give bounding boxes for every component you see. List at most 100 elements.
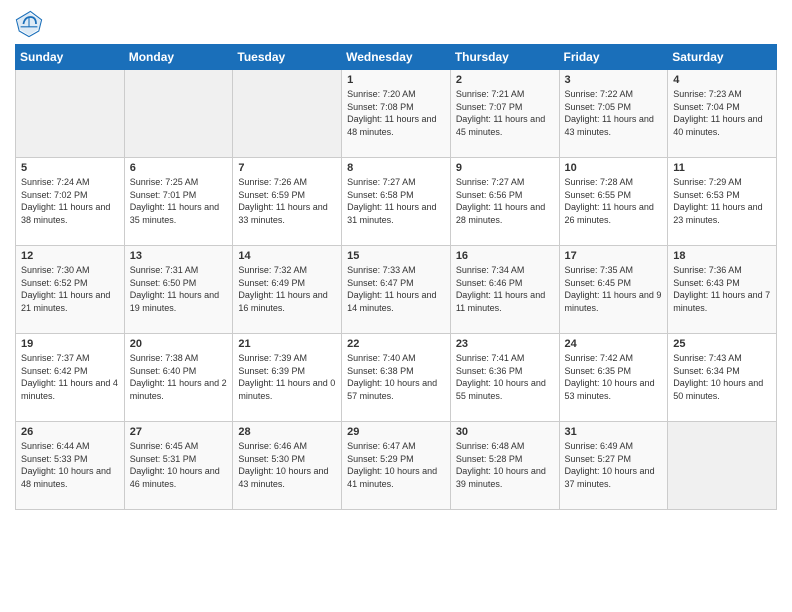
day-info: Sunrise: 7:20 AMSunset: 7:08 PMDaylight:…: [347, 88, 445, 138]
day-info: Sunrise: 7:27 AMSunset: 6:56 PMDaylight:…: [456, 176, 554, 226]
day-number: 29: [347, 426, 445, 438]
day-info: Sunrise: 7:41 AMSunset: 6:36 PMDaylight:…: [456, 352, 554, 402]
day-info: Sunrise: 7:40 AMSunset: 6:38 PMDaylight:…: [347, 352, 445, 402]
day-info: Sunrise: 7:23 AMSunset: 7:04 PMDaylight:…: [673, 88, 771, 138]
day-info: Sunrise: 7:34 AMSunset: 6:46 PMDaylight:…: [456, 264, 554, 314]
day-cell: 4Sunrise: 7:23 AMSunset: 7:04 PMDaylight…: [668, 70, 777, 158]
calendar-table: SundayMondayTuesdayWednesdayThursdayFrid…: [15, 44, 777, 510]
day-info: Sunrise: 7:32 AMSunset: 6:49 PMDaylight:…: [238, 264, 336, 314]
day-number: 10: [565, 162, 663, 174]
header: [15, 10, 777, 38]
day-info: Sunrise: 7:28 AMSunset: 6:55 PMDaylight:…: [565, 176, 663, 226]
day-cell: 18 Sunrise: 7:36 AMSunset: 6:43 PMDayligh…: [668, 246, 777, 334]
day-number: 11: [673, 162, 771, 174]
day-header-thursday: Thursday: [450, 45, 559, 70]
day-info: Sunrise: 7:21 AMSunset: 7:07 PMDaylight:…: [456, 88, 554, 138]
day-info: Sunrise: 7:31 AMSunset: 6:50 PMDaylight:…: [130, 264, 228, 314]
day-number: 22: [347, 338, 445, 350]
day-number: 16: [456, 250, 554, 262]
day-number: 17: [565, 250, 663, 262]
day-header-friday: Friday: [559, 45, 668, 70]
day-number: 6: [130, 162, 228, 174]
day-cell: 25 Sunrise: 7:43 AMSunset: 6:34 PMDayligh…: [668, 334, 777, 422]
day-cell: 6 Sunrise: 7:25 AMSunset: 7:01 PMDaylight…: [124, 158, 233, 246]
day-cell: [16, 70, 125, 158]
day-cell: [668, 422, 777, 510]
day-info: Sunrise: 7:22 AMSunset: 7:05 PMDaylight:…: [565, 88, 663, 138]
day-cell: 9 Sunrise: 7:27 AMSunset: 6:56 PMDaylight…: [450, 158, 559, 246]
page: SundayMondayTuesdayWednesdayThursdayFrid…: [0, 0, 792, 612]
day-info: Sunrise: 7:24 AMSunset: 7:02 PMDaylight:…: [21, 176, 119, 226]
day-number: 28: [238, 426, 336, 438]
day-cell: 29 Sunrise: 6:47 AMSunset: 5:29 PMDayligh…: [342, 422, 451, 510]
day-cell: 16 Sunrise: 7:34 AMSunset: 6:46 PMDayligh…: [450, 246, 559, 334]
day-cell: 28 Sunrise: 6:46 AMSunset: 5:30 PMDayligh…: [233, 422, 342, 510]
logo-icon: [15, 10, 43, 38]
week-row-4: 19Sunrise: 7:37 AMSunset: 6:42 PMDayligh…: [16, 334, 777, 422]
day-number: 2: [456, 74, 554, 86]
day-info: Sunrise: 7:29 AMSunset: 6:53 PMDaylight:…: [673, 176, 771, 226]
day-number: 13: [130, 250, 228, 262]
day-header-sunday: Sunday: [16, 45, 125, 70]
week-row-2: 5 Sunrise: 7:24 AMSunset: 7:02 PMDaylight…: [16, 158, 777, 246]
day-number: 14: [238, 250, 336, 262]
day-header-tuesday: Tuesday: [233, 45, 342, 70]
day-cell: 1 Sunrise: 7:20 AMSunset: 7:08 PMDaylight…: [342, 70, 451, 158]
day-cell: 7Sunrise: 7:26 AMSunset: 6:59 PMDaylight…: [233, 158, 342, 246]
day-cell: 15Sunrise: 7:33 AMSunset: 6:47 PMDayligh…: [342, 246, 451, 334]
day-number: 15: [347, 250, 445, 262]
week-row-1: 1 Sunrise: 7:20 AMSunset: 7:08 PMDaylight…: [16, 70, 777, 158]
day-number: 27: [130, 426, 228, 438]
day-info: Sunrise: 7:43 AMSunset: 6:34 PMDaylight:…: [673, 352, 771, 402]
day-cell: [124, 70, 233, 158]
day-info: Sunrise: 6:47 AMSunset: 5:29 PMDaylight:…: [347, 440, 445, 490]
day-cell: 20 Sunrise: 7:38 AMSunset: 6:40 PMDayligh…: [124, 334, 233, 422]
day-cell: 26Sunrise: 6:44 AMSunset: 5:33 PMDayligh…: [16, 422, 125, 510]
day-cell: 23Sunrise: 7:41 AMSunset: 6:36 PMDayligh…: [450, 334, 559, 422]
day-cell: [233, 70, 342, 158]
day-cell: 8Sunrise: 7:27 AMSunset: 6:58 PMDaylight…: [342, 158, 451, 246]
day-info: Sunrise: 7:37 AMSunset: 6:42 PMDaylight:…: [21, 352, 119, 402]
day-info: Sunrise: 7:38 AMSunset: 6:40 PMDaylight:…: [130, 352, 228, 402]
day-cell: 2 Sunrise: 7:21 AMSunset: 7:07 PMDaylight…: [450, 70, 559, 158]
day-info: Sunrise: 6:46 AMSunset: 5:30 PMDaylight:…: [238, 440, 336, 490]
day-number: 21: [238, 338, 336, 350]
day-info: Sunrise: 6:45 AMSunset: 5:31 PMDaylight:…: [130, 440, 228, 490]
day-header-wednesday: Wednesday: [342, 45, 451, 70]
day-cell: 27 Sunrise: 6:45 AMSunset: 5:31 PMDayligh…: [124, 422, 233, 510]
day-number: 9: [456, 162, 554, 174]
day-number: 20: [130, 338, 228, 350]
day-number: 5: [21, 162, 119, 174]
day-number: 25: [673, 338, 771, 350]
day-info: Sunrise: 7:39 AMSunset: 6:39 PMDaylight:…: [238, 352, 336, 402]
day-cell: 22 Sunrise: 7:40 AMSunset: 6:38 PMDayligh…: [342, 334, 451, 422]
day-cell: 12 Sunrise: 7:30 AMSunset: 6:52 PMDayligh…: [16, 246, 125, 334]
days-header-row: SundayMondayTuesdayWednesdayThursdayFrid…: [16, 45, 777, 70]
day-info: Sunrise: 7:42 AMSunset: 6:35 PMDaylight:…: [565, 352, 663, 402]
day-cell: 3 Sunrise: 7:22 AMSunset: 7:05 PMDaylight…: [559, 70, 668, 158]
day-info: Sunrise: 7:25 AMSunset: 7:01 PMDaylight:…: [130, 176, 228, 226]
day-header-monday: Monday: [124, 45, 233, 70]
day-number: 24: [565, 338, 663, 350]
day-number: 7: [238, 162, 336, 174]
day-cell: 31 Sunrise: 6:49 AMSunset: 5:27 PMDayligh…: [559, 422, 668, 510]
day-header-saturday: Saturday: [668, 45, 777, 70]
day-number: 12: [21, 250, 119, 262]
day-number: 18: [673, 250, 771, 262]
day-number: 26: [21, 426, 119, 438]
day-cell: 13 Sunrise: 7:31 AMSunset: 6:50 PMDayligh…: [124, 246, 233, 334]
day-cell: 11 Sunrise: 7:29 AMSunset: 6:53 PMDayligh…: [668, 158, 777, 246]
day-info: Sunrise: 6:49 AMSunset: 5:27 PMDaylight:…: [565, 440, 663, 490]
day-cell: 24 Sunrise: 7:42 AMSunset: 6:35 PMDayligh…: [559, 334, 668, 422]
day-number: 1: [347, 74, 445, 86]
day-info: Sunrise: 7:27 AMSunset: 6:58 PMDaylight:…: [347, 176, 445, 226]
day-info: Sunrise: 7:35 AMSunset: 6:45 PMDaylight:…: [565, 264, 663, 314]
day-info: Sunrise: 7:36 AMSunset: 6:43 PMDaylight:…: [673, 264, 771, 314]
day-info: Sunrise: 6:48 AMSunset: 5:28 PMDaylight:…: [456, 440, 554, 490]
day-cell: 5 Sunrise: 7:24 AMSunset: 7:02 PMDaylight…: [16, 158, 125, 246]
logo: [15, 10, 47, 38]
day-number: 31: [565, 426, 663, 438]
day-number: 3: [565, 74, 663, 86]
day-cell: 14 Sunrise: 7:32 AMSunset: 6:49 PMDayligh…: [233, 246, 342, 334]
day-info: Sunrise: 7:30 AMSunset: 6:52 PMDaylight:…: [21, 264, 119, 314]
